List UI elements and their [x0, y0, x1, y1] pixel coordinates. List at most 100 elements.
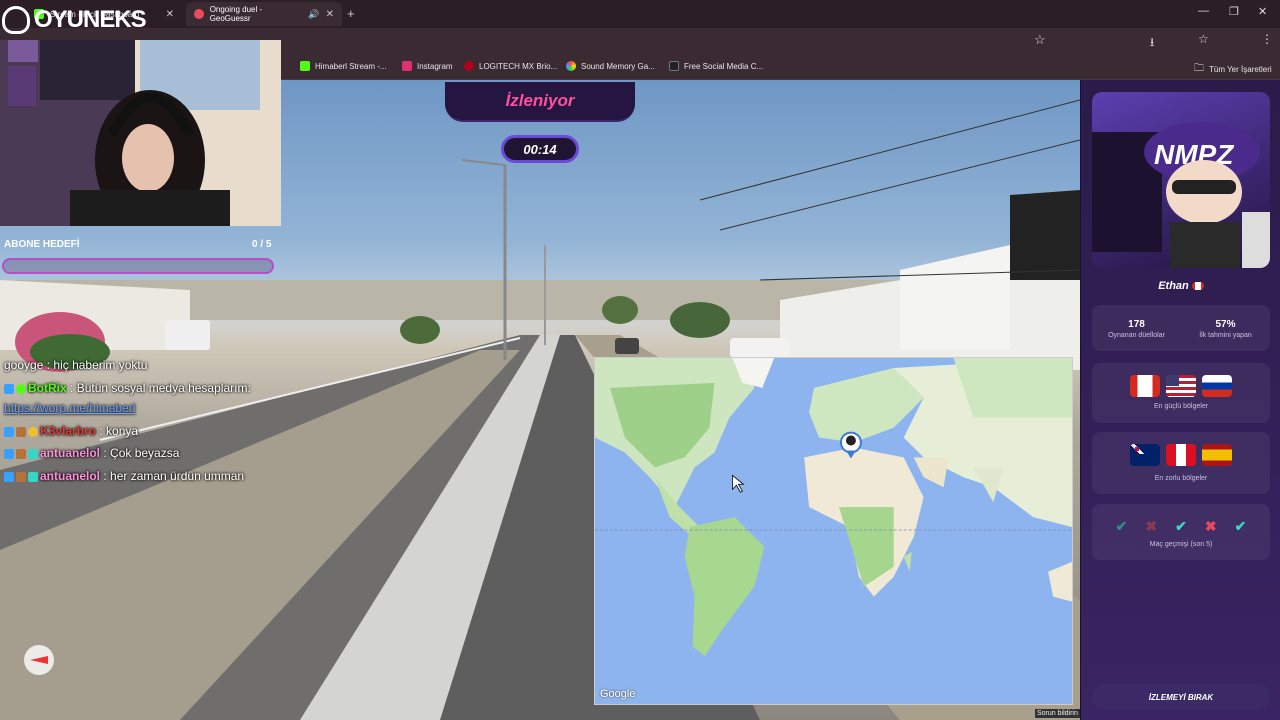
- win-icon: ✔: [1234, 518, 1247, 534]
- star-icon[interactable]: ☆: [1034, 32, 1046, 48]
- bookmark-item[interactable]: Free Social Media C...: [669, 61, 763, 71]
- spain-flag-icon: [1202, 444, 1232, 466]
- stop-watching-button[interactable]: İZLEMEYİ BIRAK: [1092, 684, 1270, 710]
- russia-flag-icon: [1202, 375, 1232, 397]
- bookmark-label: Himaberl Stream -...: [315, 61, 387, 71]
- chat-message: antuanelol : Çok beyazsa: [4, 446, 179, 460]
- sub-goal-label: ABONE HEDEFİ: [4, 239, 80, 250]
- player-name: Ethan: [1158, 280, 1189, 292]
- new-tab-button[interactable]: +: [347, 6, 355, 21]
- badge-icon: [4, 426, 14, 437]
- badge-icon: [4, 471, 14, 482]
- loss-icon: ✖: [1204, 518, 1217, 534]
- stat-label: Oynanan düellolar: [1108, 332, 1165, 339]
- strongest-regions-label: En güçlü bölgeler: [1153, 403, 1209, 410]
- window-close-icon[interactable]: ✕: [1258, 5, 1267, 18]
- bookmark-item[interactable]: Himaberl Stream -...: [300, 61, 387, 71]
- win-icon: ✔: [1115, 518, 1128, 534]
- games-played-stat: 178 Oynanan düellolar: [1092, 319, 1181, 339]
- chat-text: hiç haberim yoktu: [53, 358, 148, 372]
- chat-message: gooyge : hiç haberim yoktu: [4, 358, 148, 372]
- win-icon: ✔: [1175, 518, 1187, 534]
- badge-icon: [16, 448, 26, 459]
- badge-icon: [16, 471, 26, 482]
- bookmark-label: Tüm Yer İşaretleri: [1209, 65, 1272, 74]
- badge-icon: [28, 448, 38, 459]
- browser-tabstrip: Stream - Kick Dashboard ✕ Ongoing duel -…: [0, 0, 1280, 28]
- match-history: ✔ ✖ ✔ ✖ ✔: [1092, 518, 1270, 535]
- weakest-regions-label: En zorlu bölgeler: [1154, 475, 1208, 482]
- player-name-row: Ethan: [1081, 280, 1280, 292]
- guess-map[interactable]: [594, 357, 1073, 705]
- all-bookmarks[interactable]: 🗀 Tüm Yer İşaretleri: [1194, 61, 1272, 78]
- google-attribution: Google: [600, 688, 636, 700]
- bookmark-label: Free Social Media C...: [684, 61, 764, 71]
- peru-flag-icon: [1166, 444, 1196, 466]
- speaker-icon[interactable]: 🔊: [308, 9, 319, 20]
- bot-icon: [16, 383, 26, 394]
- social-media-icon: [669, 61, 679, 71]
- match-history-card: ✔ ✖ ✔ ✖ ✔ Maç geçmişi (son 5): [1092, 504, 1270, 560]
- kick-icon: [300, 61, 310, 71]
- favorites-icon[interactable]: ☆: [1198, 32, 1209, 46]
- channel-logo: OYUNEKS: [2, 0, 147, 40]
- badge-icon: [28, 471, 38, 482]
- canada-flag-icon: [1191, 282, 1204, 291]
- first-guess-stat: 57% İlk tahmini yapan: [1181, 319, 1270, 339]
- chat-username: gooyge: [4, 358, 44, 372]
- download-icon[interactable]: ⭳: [1150, 33, 1154, 54]
- world-map: [595, 358, 1072, 657]
- bookmark-label: Instagram: [417, 61, 453, 71]
- player-avatar: NMPZ: [1092, 92, 1270, 268]
- webcam-feed: [0, 40, 281, 226]
- badge-icon: [28, 426, 38, 437]
- australia-flag-icon: [1130, 444, 1160, 466]
- compass-icon[interactable]: [24, 645, 54, 675]
- player-panel: NMPZ Ethan 178 Oynanan düellolar 57% İlk…: [1080, 80, 1280, 720]
- logo-text: OYUNEKS: [34, 6, 147, 33]
- bookmark-item[interactable]: Sound Memory Ga...: [566, 61, 655, 71]
- chat-username: antuanelol: [40, 469, 101, 483]
- close-icon[interactable]: ✕: [326, 9, 334, 20]
- chat-text: Bütün sosyal medya hesaplarım:: [76, 381, 251, 395]
- weakest-regions-card: En zorlu bölgeler: [1092, 432, 1270, 494]
- bookmark-item[interactable]: Instagram: [402, 61, 453, 71]
- badge-icon: [16, 426, 26, 437]
- canada-flag-icon: [1130, 375, 1160, 397]
- tab-title: Ongoing duel - GeoGuessr: [209, 5, 263, 23]
- spectating-banner: İzleniyor: [445, 82, 635, 122]
- chat-message: BotRix : Bütün sosyal medya hesaplarım:: [4, 381, 251, 395]
- bookmark-item[interactable]: LOGITECH MX Brio...: [464, 61, 557, 71]
- match-history-label: Maç geçmişi (son 5): [1149, 541, 1213, 548]
- folder-icon: 🗀: [1194, 63, 1204, 74]
- chat-message: https://worp.me/himaberl: [4, 401, 135, 415]
- minimize-icon[interactable]: —: [1198, 5, 1209, 17]
- tab-geoguessr[interactable]: Ongoing duel - GeoGuessr 🔊 ✕: [186, 2, 342, 26]
- chat-username: BotRix: [28, 381, 67, 395]
- round-timer: 00:14: [501, 135, 579, 163]
- chat-link[interactable]: https://worp.me/himaberl: [4, 401, 135, 415]
- stats-card: 178 Oynanan düellolar 57% İlk tahmini ya…: [1092, 305, 1270, 351]
- restore-icon[interactable]: ❐: [1229, 5, 1239, 18]
- instagram-icon: [402, 61, 412, 71]
- menu-icon[interactable]: ⋮: [1261, 32, 1273, 46]
- chat-text: her zaman ürdün umman: [110, 469, 245, 483]
- badge-icon: [4, 448, 14, 459]
- chat-text: konya: [106, 424, 139, 438]
- location-pin-icon: [194, 9, 204, 19]
- logitech-icon: [464, 61, 474, 71]
- loss-icon: ✖: [1145, 518, 1158, 534]
- close-icon[interactable]: ✕: [166, 9, 174, 20]
- sound-memory-icon: [566, 61, 576, 71]
- usa-flag-icon: [1166, 375, 1196, 397]
- screen: Stream - Kick Dashboard ✕ Ongoing duel -…: [0, 0, 1280, 720]
- sub-goal-progress-bar: [2, 258, 274, 274]
- bookmark-label: Sound Memory Ga...: [581, 61, 655, 71]
- badge-icon: [4, 383, 14, 394]
- chat-text: Çok beyazsa: [110, 446, 180, 460]
- chat-message: antuanelol : her zaman ürdün umman: [4, 469, 244, 483]
- report-problem-link[interactable]: Sorun bildirin: [1035, 709, 1080, 718]
- streamer-image: [8, 40, 260, 226]
- stat-label: İlk tahmini yapan: [1199, 332, 1252, 339]
- stat-value: 57%: [1215, 319, 1236, 330]
